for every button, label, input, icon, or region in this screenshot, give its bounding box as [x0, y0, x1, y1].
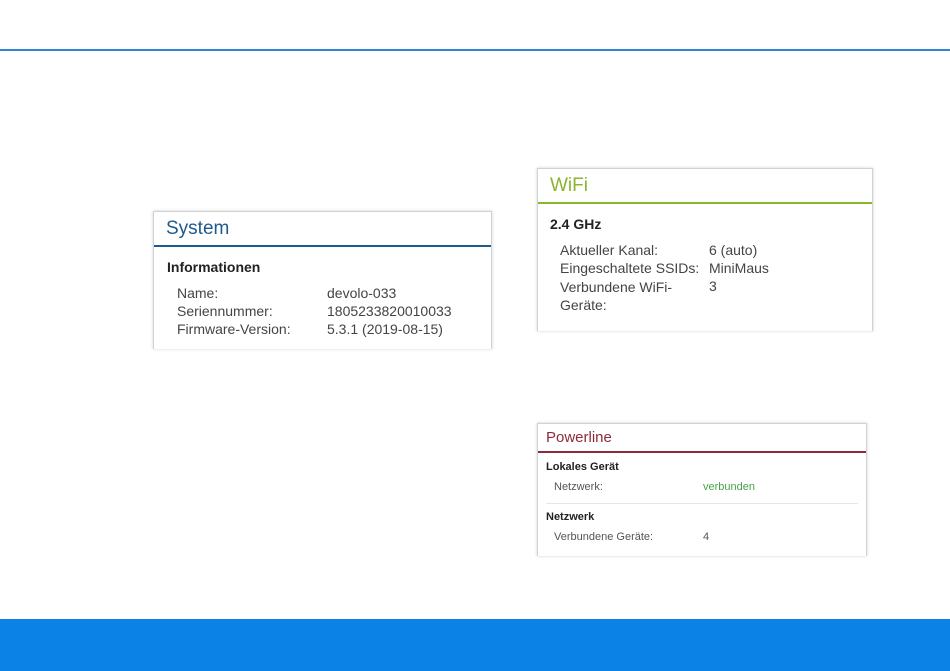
row-value: 5.3.1 (2019-08-15) [327, 321, 443, 337]
powerline-network-list: Verbundene Geräte: 4 [554, 531, 854, 545]
row-label: Firmware-Version: [177, 321, 291, 337]
header-divider [0, 49, 950, 51]
section-divider [546, 503, 858, 504]
row-value: devolo-033 [327, 285, 397, 301]
row-value: 6 (auto) [709, 242, 758, 258]
status-value: verbunden [703, 481, 755, 493]
row-label: Netzwerk: [554, 481, 603, 493]
wifi-card: WiFi 2.4 GHz Aktueller Kanal: 6 (auto) E… [537, 168, 873, 331]
wifi-row-channel: Aktueller Kanal: 6 (auto) [560, 242, 860, 260]
system-row-firmware: Firmware-Version: 5.3.1 (2019-08-15) [177, 321, 477, 339]
row-label: Verbundene Geräte: [554, 531, 654, 543]
powerline-local-heading: Lokales Gerät [546, 461, 619, 473]
row-value: 4 [703, 531, 710, 543]
system-card: System Informationen Name: devolo-033 Se… [153, 211, 492, 349]
system-card-title: System [154, 212, 491, 247]
wifi-row-clients: Verbundene WiFi-Geräte: 3 [560, 278, 860, 314]
row-label: Seriennummer: [177, 303, 273, 319]
powerline-card: Powerline Lokales Gerät Netzwerk: verbun… [537, 423, 867, 556]
system-row-serial: Seriennummer: 1805233820010033 [177, 303, 477, 321]
system-row-name: Name: devolo-033 [177, 285, 477, 303]
wifi-info-list: Aktueller Kanal: 6 (auto) Eingeschaltete… [560, 242, 860, 314]
wifi-row-ssids: Eingeschaltete SSIDs: MiniMaus [560, 260, 860, 278]
row-value: MiniMaus [709, 260, 769, 276]
powerline-local-list: Netzwerk: verbunden [554, 481, 854, 495]
footer-band [0, 619, 950, 671]
system-info-list: Name: devolo-033 Seriennummer: 180523382… [177, 285, 477, 339]
wifi-card-title: WiFi [538, 169, 872, 204]
row-label: Aktueller Kanal: [560, 242, 659, 258]
powerline-network-heading: Netzwerk [546, 511, 595, 523]
row-value: 1805233820010033 [327, 303, 452, 319]
system-section-heading: Informationen [167, 259, 261, 275]
powerline-card-title: Powerline [538, 424, 866, 453]
wifi-section-heading: 2.4 GHz [550, 216, 602, 232]
row-label: Name: [177, 285, 219, 301]
powerline-row-devices: Verbundene Geräte: 4 [554, 531, 854, 545]
row-label: Eingeschaltete SSIDs: [560, 260, 700, 276]
row-label: Verbundene WiFi-Geräte: [560, 279, 673, 313]
row-value: 3 [709, 278, 717, 294]
powerline-row-network: Netzwerk: verbunden [554, 481, 854, 495]
